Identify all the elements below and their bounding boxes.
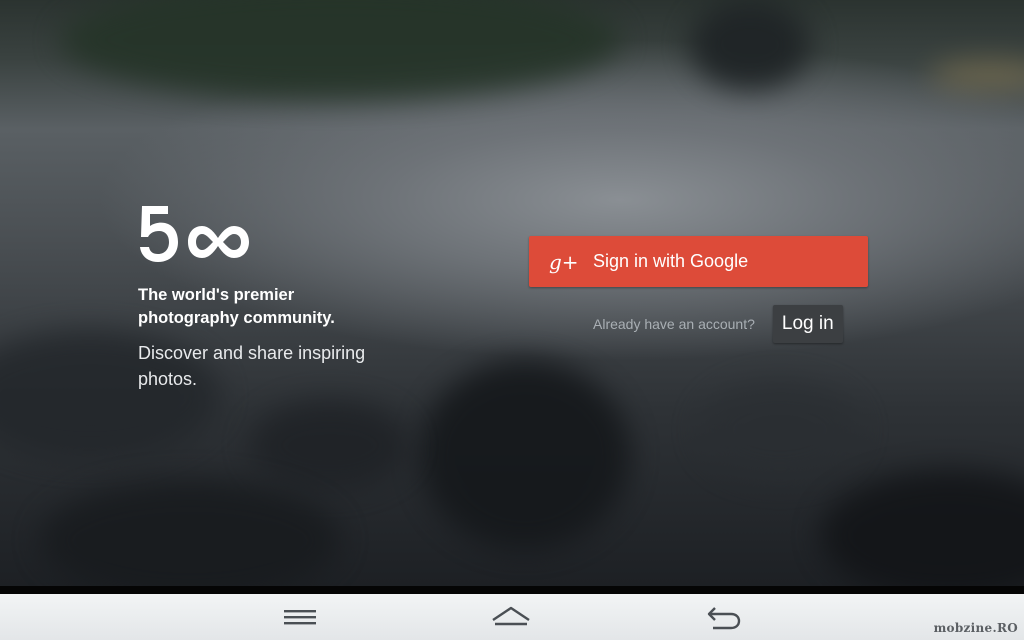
background-photo-blob bbox=[690, 0, 810, 90]
already-have-account-text: Already have an account? bbox=[593, 316, 755, 332]
500px-logo-icon bbox=[140, 206, 249, 262]
tagline-line: The world's premier bbox=[138, 286, 295, 304]
back-icon[interactable] bbox=[703, 602, 743, 632]
brand-block: The world's premier photography communit… bbox=[138, 202, 378, 392]
account-row: Already have an account? Log in bbox=[593, 305, 843, 343]
background-photo-blob bbox=[60, 0, 620, 100]
tagline: The world's premier photography communit… bbox=[138, 284, 378, 330]
sign-in-with-google-button[interactable]: g+ Sign in with Google bbox=[529, 236, 868, 287]
background-photo-blob bbox=[700, 380, 860, 480]
login-screen: The world's premier photography communit… bbox=[0, 0, 1024, 586]
description-line: photos. bbox=[138, 369, 198, 389]
background-photo-blob bbox=[250, 400, 410, 490]
google-plus-icon: g+ bbox=[549, 249, 579, 274]
description-line: Discover and share inspiring bbox=[138, 343, 366, 363]
background-photo-blob bbox=[930, 60, 1024, 90]
tagline-line: photography community. bbox=[138, 309, 335, 327]
screen-divider bbox=[0, 586, 1024, 594]
background-photo-blob bbox=[820, 470, 1024, 586]
log-in-button[interactable]: Log in bbox=[772, 305, 843, 343]
background-photo-blob bbox=[40, 480, 340, 586]
menu-icon[interactable] bbox=[280, 602, 320, 632]
background-photo-blob bbox=[420, 360, 630, 550]
description: Discover and share inspiring photos. bbox=[138, 340, 378, 392]
google-button-label: Sign in with Google bbox=[593, 251, 749, 271]
home-icon[interactable] bbox=[491, 602, 531, 632]
system-navigation-bar: mobzine.RO bbox=[0, 594, 1024, 640]
watermark: mobzine.RO bbox=[933, 621, 1018, 635]
